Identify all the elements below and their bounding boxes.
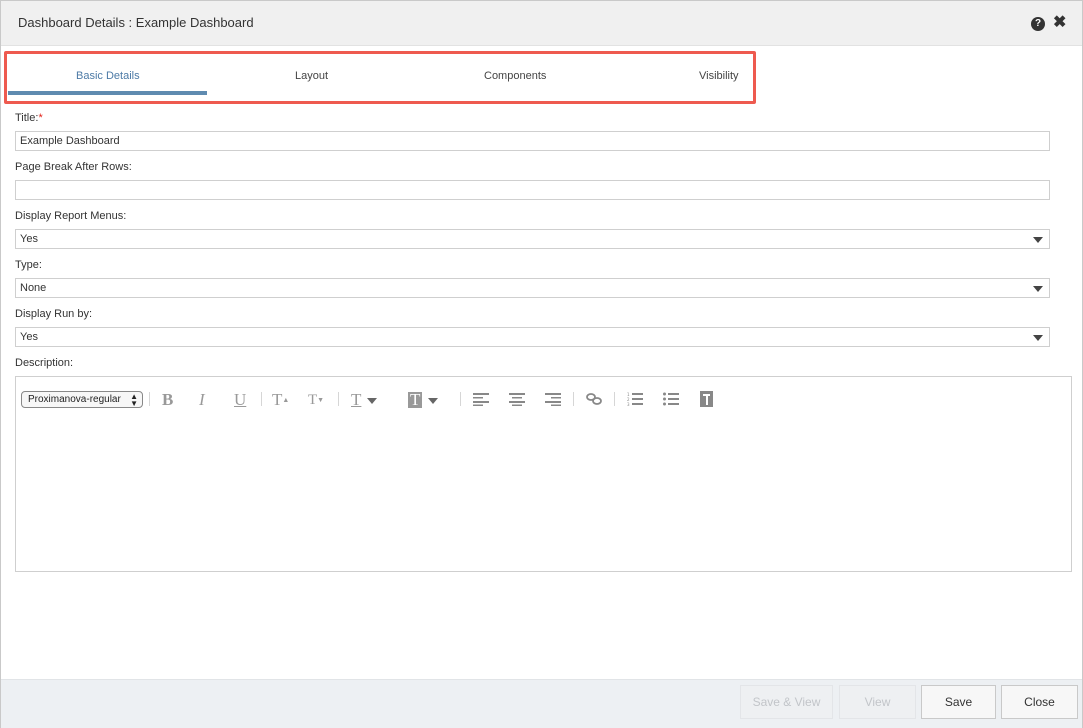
tab-basic-details[interactable]: Basic Details: [76, 70, 140, 82]
dashboard-details-dialog: Dashboard Details : Example Dashboard ? …: [0, 0, 1083, 728]
align-center-icon[interactable]: [509, 393, 525, 406]
title-input[interactable]: [15, 131, 1050, 151]
type-select[interactable]: None: [15, 278, 1050, 298]
dialog-title: Dashboard Details : Example Dashboard: [18, 15, 254, 30]
required-marker: *: [38, 112, 43, 124]
dialog-header: Dashboard Details : Example Dashboard ? …: [1, 1, 1082, 46]
page-break-input[interactable]: [15, 180, 1050, 200]
toolbar-divider: [573, 392, 574, 406]
superscript-icon[interactable]: T▲: [272, 390, 289, 410]
title-label: Title:*: [15, 112, 43, 124]
align-right-icon[interactable]: [545, 393, 561, 406]
description-editor[interactable]: Proximanova-regular ▲ ▼ B I U T▲ T▼ T T 1…: [15, 376, 1072, 572]
ordered-list-icon[interactable]: 123: [627, 392, 643, 407]
up-down-arrows-icon: ▲ ▼: [130, 392, 138, 408]
align-left-icon[interactable]: [473, 393, 489, 406]
bold-icon[interactable]: B: [162, 390, 173, 410]
chevron-down-icon: [1033, 335, 1043, 341]
save-and-view-button[interactable]: Save & View: [740, 685, 833, 719]
type-value: None: [20, 282, 47, 294]
help-icon[interactable]: ?: [1031, 17, 1045, 31]
svg-text:3: 3: [627, 402, 630, 407]
display-report-menus-label: Display Report Menus:: [15, 210, 127, 222]
close-button[interactable]: Close: [1001, 685, 1078, 719]
display-run-by-value: Yes: [20, 331, 38, 343]
text-color-icon[interactable]: T: [351, 390, 378, 410]
tab-components[interactable]: Components: [484, 70, 546, 82]
underline-icon[interactable]: U: [234, 390, 246, 410]
dialog-footer: [1, 679, 1082, 728]
unordered-list-icon[interactable]: [663, 392, 679, 407]
chevron-down-icon: [1033, 237, 1043, 243]
active-tab-indicator: [8, 91, 207, 95]
page-break-label: Page Break After Rows:: [15, 161, 132, 173]
display-report-menus-value: Yes: [20, 233, 38, 245]
type-label: Type:: [15, 259, 42, 271]
close-icon[interactable]: ✖: [1053, 14, 1066, 32]
paragraph-icon[interactable]: [700, 391, 713, 407]
italic-icon[interactable]: I: [199, 390, 205, 410]
chevron-down-icon: [1033, 286, 1043, 292]
toolbar-divider: [614, 392, 615, 406]
toolbar-divider: [460, 392, 461, 406]
toolbar-divider: [149, 392, 150, 406]
font-family-value: Proximanova-regular: [28, 394, 121, 405]
view-button[interactable]: View: [839, 685, 916, 719]
font-family-select[interactable]: Proximanova-regular ▲ ▼: [21, 391, 143, 408]
display-run-by-label: Display Run by:: [15, 308, 93, 320]
toolbar-divider: [261, 392, 262, 406]
highlight-color-icon[interactable]: T: [408, 390, 439, 410]
subscript-icon[interactable]: T▼: [308, 390, 324, 410]
tab-visibility[interactable]: Visibility: [699, 70, 739, 82]
toolbar-divider: [338, 392, 339, 406]
display-run-by-select[interactable]: Yes: [15, 327, 1050, 347]
display-report-menus-select[interactable]: Yes: [15, 229, 1050, 249]
link-icon[interactable]: [586, 392, 602, 406]
tab-layout[interactable]: Layout: [295, 70, 328, 82]
save-button[interactable]: Save: [921, 685, 996, 719]
description-label: Description:: [15, 357, 74, 369]
